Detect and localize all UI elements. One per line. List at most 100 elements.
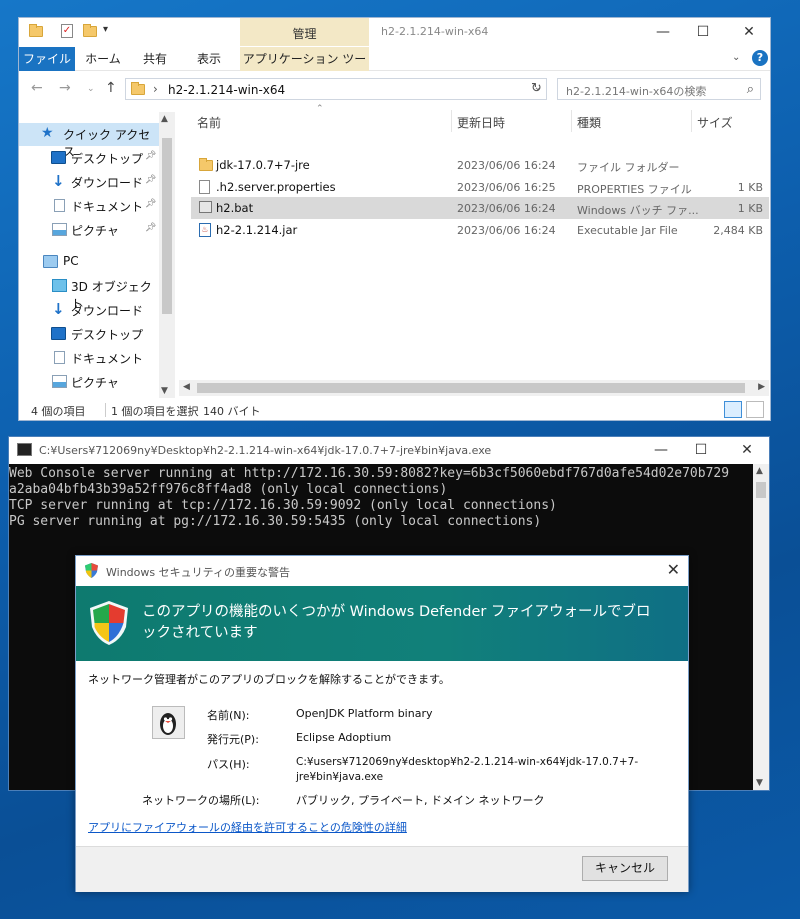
nav-downloads[interactable]: ↓ ダウンロード 📌︎ (19, 171, 159, 194)
nav-documents[interactable]: ドキュメント 📌︎ (19, 195, 159, 218)
file-row[interactable]: jdk-17.0.7+7-jre 2023/06/06 16:24 ファイル フ… (191, 154, 769, 176)
download-icon: ↓ (52, 300, 65, 318)
status-divider (105, 403, 106, 417)
large-icons-view-icon[interactable] (746, 401, 764, 418)
selected-size: 140 バイト (203, 405, 261, 418)
column-date[interactable]: 更新日時 (457, 114, 505, 131)
column-type[interactable]: 種類 (577, 114, 601, 131)
3d-objects-icon (52, 279, 67, 292)
selected-count: 1 個の項目を選択 (111, 405, 199, 418)
horizontal-scroll-thumb[interactable] (197, 383, 745, 393)
pin-icon[interactable]: 📌︎ (145, 223, 156, 233)
close-button[interactable]: ✕ (729, 21, 769, 43)
folder-icon (199, 158, 213, 171)
tab-application-tools[interactable]: アプリケーション ツール (240, 47, 369, 90)
dialog-intro: ネットワーク管理者がこのアプリのブロックを解除することができます。 (88, 673, 450, 686)
nav-pc[interactable]: PC (19, 251, 159, 274)
navigation-pane: ★ クイック アクセス デスクトップ 📌︎ ↓ ダウンロード 📌︎ ドキュメント… (19, 112, 177, 398)
console-app-icon[interactable] (17, 443, 32, 456)
forward-icon[interactable]: → (59, 80, 71, 96)
close-button[interactable]: ✕ (727, 439, 767, 461)
file-type: Windows バッチ ファ... (577, 204, 699, 217)
maximize-button[interactable]: ☐ (683, 21, 723, 43)
scroll-down-icon[interactable]: ▼ (756, 778, 763, 788)
file-row-selected[interactable]: h2.bat 2023/06/06 16:24 Windows バッチ ファ..… (191, 197, 769, 219)
help-icon[interactable]: ? (752, 50, 768, 66)
nav-label: ドキュメント (71, 352, 144, 366)
column-divider[interactable] (571, 110, 572, 132)
refresh-icon[interactable]: ↻ (531, 81, 542, 96)
tab-home[interactable]: ホーム (81, 47, 125, 71)
column-size[interactable]: サイズ (697, 114, 733, 131)
tab-share[interactable]: 共有 (133, 47, 177, 71)
pin-icon[interactable]: 📌︎ (145, 151, 156, 161)
console-line: a2aba04bfb43b39a52ff976c8ff4ad8 (only lo… (9, 482, 448, 497)
nav-downloads-pc[interactable]: ↓ ダウンロード (19, 299, 159, 322)
explorer-window: ✓ ▾ 管理 h2-2.1.214-win-x64 — ☐ ✕ ファイル ホーム… (18, 17, 771, 421)
minimize-button[interactable]: — (643, 21, 683, 43)
scroll-right-icon[interactable]: ▶ (758, 382, 765, 392)
nav-scrollbar[interactable]: ▲ ▼ (159, 112, 175, 398)
nav-desktop-pc[interactable]: デスクトップ (19, 323, 159, 346)
search-input[interactable]: h2-2.1.214-win-x64の検索 ⌕ (557, 78, 761, 100)
scroll-left-icon[interactable]: ◀ (183, 382, 190, 392)
column-divider[interactable] (451, 110, 452, 132)
star-icon: ★ (41, 125, 54, 141)
nav-pictures-pc[interactable]: ピクチャ (19, 371, 159, 394)
search-icon: ⌕ (746, 82, 754, 97)
file-row[interactable]: .h2.server.properties 2023/06/06 16:25 P… (191, 176, 769, 198)
address-bar[interactable]: › h2-2.1.214-win-x64 ⌄ (125, 78, 547, 100)
up-icon[interactable]: ↑ (105, 80, 117, 96)
pin-icon[interactable]: 📌︎ (145, 175, 156, 185)
close-icon[interactable]: ✕ (667, 560, 680, 579)
details-view-icon[interactable] (724, 401, 742, 418)
properties-icon[interactable]: ✓ (61, 24, 73, 38)
nav-scroll-thumb[interactable] (162, 138, 172, 314)
address-path: h2-2.1.214-win-x64 (168, 83, 286, 97)
quick-access-dropdown-icon[interactable]: ▾ (103, 24, 117, 38)
nav-pictures[interactable]: ピクチャ 📌︎ (19, 219, 159, 242)
tab-view[interactable]: 表示 (187, 47, 231, 71)
maximize-button[interactable]: ☐ (681, 439, 721, 461)
console-output[interactable]: Web Console server running at http://172… (9, 466, 755, 530)
network-label: ネットワークの場所(L): (142, 794, 260, 807)
console-line: TCP server running at tcp://172.16.30.59… (9, 498, 557, 513)
path-value-line1: C:¥users¥712069ny¥desktop¥h2-2.1.214-win… (296, 756, 639, 768)
file-list: ⌃ 名前 更新日時 種類 サイズ jdk-17.0.7+7-jre 2023/0… (179, 104, 769, 398)
pin-icon[interactable]: 📌︎ (145, 199, 156, 209)
sort-ascending-icon: ⌃ (316, 104, 324, 114)
new-folder-icon[interactable] (83, 24, 97, 38)
nav-quick-access[interactable]: ★ クイック アクセス (19, 123, 159, 159)
firewall-alert-dialog: Windows セキュリティの重要な警告 ✕ このアプリの機能のいくつかが Wi… (75, 555, 689, 892)
tab-file[interactable]: ファイル (19, 47, 75, 71)
minimize-button[interactable]: — (641, 439, 681, 461)
scroll-up-icon[interactable]: ▲ (161, 114, 168, 124)
console-scroll-thumb[interactable] (756, 482, 766, 498)
cancel-button[interactable]: キャンセル (582, 856, 668, 881)
recent-dropdown-icon[interactable]: ⌄ (87, 84, 95, 94)
back-icon[interactable]: ← (31, 80, 43, 96)
ribbon-expand-icon[interactable]: ⌄ (732, 52, 740, 63)
horizontal-scrollbar[interactable]: ◀ ▶ (179, 380, 769, 396)
folder-icon[interactable] (29, 24, 43, 38)
publisher-value: Eclipse Adoptium (296, 731, 392, 744)
java-app-icon (152, 706, 185, 739)
path-label: パス(H): (207, 758, 250, 771)
address-row: ← → ⌄ ↑ › h2-2.1.214-win-x64 ⌄ ↻ h2-2.1.… (19, 74, 770, 104)
folder-icon (131, 82, 145, 95)
scroll-up-icon[interactable]: ▲ (756, 466, 763, 476)
dialog-body: ネットワーク管理者がこのアプリのブロックを解除することができます。 名前(N):… (76, 661, 688, 846)
file-row[interactable]: ♨ h2-2.1.214.jar 2023/06/06 16:24 Execut… (191, 219, 769, 241)
nav-documents-pc[interactable]: ドキュメント (19, 347, 159, 370)
console-scrollbar[interactable]: ▲ ▼ (753, 464, 769, 790)
nav-desktop[interactable]: デスクトップ 📌︎ (19, 147, 159, 170)
warning-banner: このアプリの機能のいくつかが Windows Defender ファイアウォール… (76, 586, 688, 661)
nav-3d-objects[interactable]: 3D オブジェクト (19, 275, 159, 311)
column-name[interactable]: 名前 (197, 114, 221, 131)
firewall-risk-link[interactable]: アプリにファイアウォールの経由を許可することの危険性の詳細 (88, 819, 407, 835)
file-name: .h2.server.properties (216, 180, 336, 194)
column-divider[interactable] (691, 110, 692, 132)
scroll-down-icon[interactable]: ▼ (161, 386, 168, 396)
network-value: パブリック, プライベート, ドメイン ネットワーク (296, 794, 545, 807)
file-size: 2,484 KB (713, 224, 763, 237)
